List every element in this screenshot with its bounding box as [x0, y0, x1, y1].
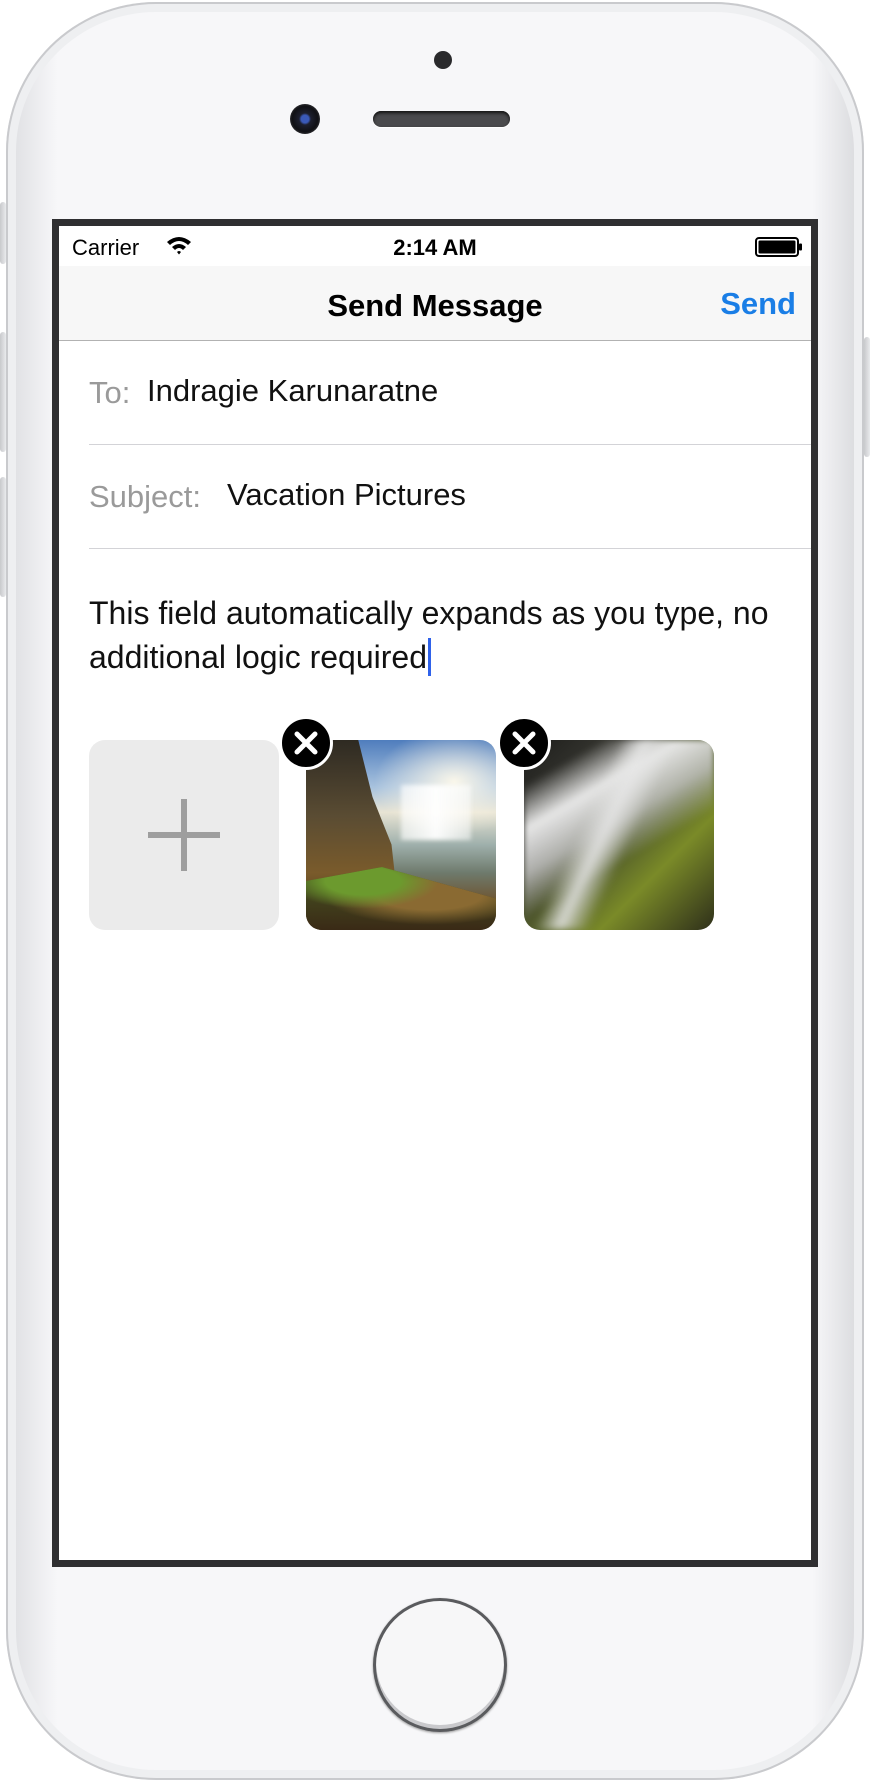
- plus-icon: [148, 799, 220, 871]
- navigation-bar: Send Message Send: [59, 266, 811, 341]
- home-button[interactable]: [373, 1598, 507, 1732]
- subject-input[interactable]: Vacation Pictures: [227, 477, 466, 513]
- front-camera-icon: [290, 104, 320, 134]
- subject-label: Subject:: [89, 479, 202, 514]
- message-body-textarea[interactable]: This field automatically expands as you …: [89, 591, 781, 679]
- subject-field[interactable]: Subject: Vacation Pictures: [89, 445, 811, 549]
- text-cursor: [428, 638, 431, 676]
- photo-water-detail-2: [524, 740, 714, 930]
- photo-waterfall-detail: [401, 785, 471, 840]
- battery-icon: [755, 237, 803, 257]
- to-field[interactable]: To: Indragie Karunaratne: [89, 341, 811, 445]
- earpiece-speaker: [373, 111, 510, 127]
- cascade-photo[interactable]: [524, 740, 714, 930]
- to-input[interactable]: Indragie Karunaratne: [147, 373, 438, 409]
- volume-up-button: [0, 332, 6, 452]
- waterfall-photo[interactable]: [306, 740, 496, 930]
- add-attachment-button[interactable]: [89, 740, 279, 930]
- volume-down-button: [0, 477, 6, 597]
- to-label: To:: [89, 375, 131, 410]
- power-button: [864, 337, 870, 457]
- screen: Carrier 2:14 AM Send Message Send To: In…: [52, 219, 818, 1567]
- status-time: 2:14 AM: [393, 235, 477, 260]
- close-icon[interactable]: [497, 716, 551, 770]
- mute-switch: [0, 202, 6, 264]
- send-button[interactable]: Send: [720, 286, 796, 322]
- close-icon[interactable]: [279, 716, 333, 770]
- status-bar: Carrier 2:14 AM: [59, 226, 811, 266]
- proximity-sensor: [434, 51, 452, 69]
- page-title: Send Message: [327, 288, 543, 323]
